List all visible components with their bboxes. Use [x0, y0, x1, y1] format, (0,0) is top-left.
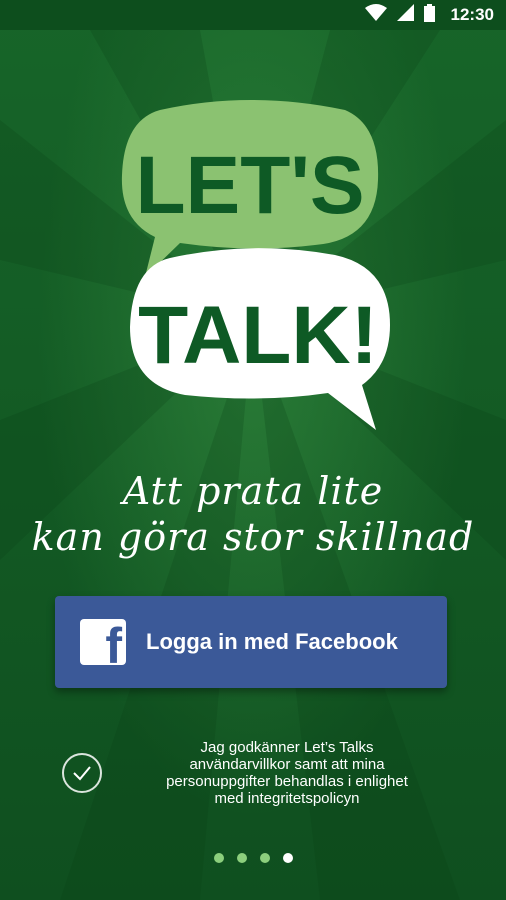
- lets-talk-logo: LET'S TALK!: [100, 95, 400, 435]
- battery-icon: [423, 3, 435, 27]
- facebook-icon: f: [80, 619, 126, 665]
- status-time: 12:30: [450, 5, 494, 24]
- logo-talk-text: TALK!: [138, 290, 378, 381]
- page-dot-4[interactable]: [282, 853, 293, 863]
- terms-text-line3: personuppgifter behandlas i enlighet: [166, 773, 408, 790]
- terms-text-line2: användarvillkor samt att mina: [189, 756, 385, 773]
- checkmark-icon: [73, 766, 91, 781]
- terms-checkbox[interactable]: [62, 753, 102, 793]
- logo-lets-text: LET'S: [135, 140, 364, 231]
- tagline: Att prata lite kan göra stor skillnad: [0, 468, 506, 560]
- facebook-login-label: Logga in med Facebook: [146, 629, 398, 654]
- page-dot-1[interactable]: [213, 853, 224, 863]
- facebook-login-button[interactable]: f Logga in med Facebook: [55, 596, 447, 688]
- wifi-icon: [364, 4, 387, 26]
- page-dot-3[interactable]: [259, 853, 270, 863]
- signal-icon: [396, 4, 414, 26]
- terms-consent: Jag godkänner Let’s Talks användarvillko…: [62, 737, 462, 809]
- tagline-line2: kan göra stor skillnad: [31, 515, 475, 559]
- terms-text: Jag godkänner Let’s Talks användarvillko…: [102, 739, 462, 807]
- page-dot-2[interactable]: [236, 853, 247, 863]
- page-indicator: [0, 853, 506, 863]
- terms-text-line1: Jag godkänner Let’s Talks: [200, 739, 374, 756]
- onboarding-screen: 12:30 LET'S TALK! Att prata lite kan gör…: [0, 0, 506, 900]
- status-bar: 12:30: [0, 0, 506, 30]
- terms-text-line4: med integritetspolicyn: [214, 790, 360, 807]
- tagline-line1: Att prata lite: [122, 469, 384, 513]
